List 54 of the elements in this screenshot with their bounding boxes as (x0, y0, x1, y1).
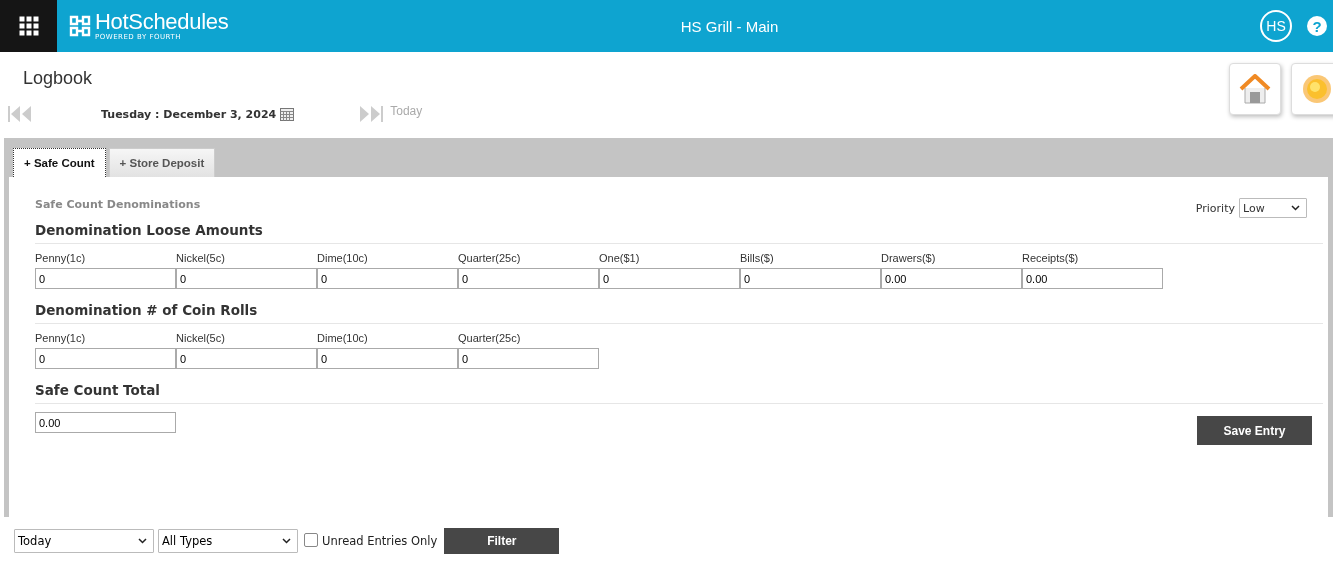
input-field[interactable]: 0 (458, 268, 599, 289)
field-label: Penny(1c) (35, 332, 87, 346)
type-dropdown[interactable]: All Types (158, 529, 298, 553)
input-field[interactable]: 0 (317, 348, 458, 369)
input-field[interactable]: 0.00 (1022, 268, 1163, 289)
filter-button[interactable]: Filter (444, 528, 560, 554)
field-label: Bills($) (740, 252, 775, 266)
priority-label: Priority (1195, 201, 1235, 215)
house-icon (1239, 74, 1271, 104)
logo-icon (69, 15, 91, 37)
checkbox[interactable] (304, 532, 318, 547)
field-label: Receipts($) (1022, 252, 1080, 266)
tab[interactable]: + Store Deposit (108, 148, 216, 177)
checkbox-label: Unread Entries Only (322, 534, 438, 548)
field-label: Nickel(5c) (176, 332, 226, 346)
field-label: Penny(1c) (35, 252, 87, 266)
apps-menu-button[interactable] (0, 0, 57, 52)
input-field[interactable]: 0.00 (881, 268, 1022, 289)
section-heading: Safe Count Total (35, 382, 1323, 404)
input-field[interactable]: 0 (176, 348, 317, 369)
input-field[interactable]: 0.00 (35, 412, 176, 433)
field-label: Quarter(25c) (458, 332, 522, 346)
input-field[interactable]: 0 (317, 268, 458, 289)
date-label: Tuesday : December 3, 2024 (101, 107, 277, 121)
section-heading: Denomination Loose Amounts (35, 222, 1323, 244)
field-label: Dime(10c) (317, 252, 369, 266)
page-title: Logbook (23, 68, 94, 89)
input-field[interactable]: 0 (740, 268, 881, 289)
tab[interactable]: + Safe Count (13, 148, 106, 177)
field-label: Quarter(25c) (458, 252, 522, 266)
field-label: Nickel(5c) (176, 252, 226, 266)
chevron-down-icon (282, 538, 291, 544)
chevron-down-icon (1291, 205, 1300, 211)
home-button[interactable] (1229, 63, 1281, 115)
field-label: Drawers($) (881, 252, 937, 266)
logo-text: HotSchedules (95, 11, 229, 33)
calendar-icon[interactable] (280, 107, 295, 121)
save-entry-button[interactable]: Save Entry (1197, 416, 1312, 445)
grid-icon (18, 16, 39, 36)
input-field[interactable]: 0 (599, 268, 740, 289)
field-label: Dime(10c) (317, 332, 369, 346)
input-field[interactable]: 0 (35, 268, 176, 289)
form-title: Safe Count Denominations (35, 198, 201, 211)
section-heading: Denomination # of Coin Rolls (35, 302, 1323, 324)
field-label: One($1) (599, 252, 641, 266)
sun-icon (1302, 74, 1332, 104)
priority-dropdown[interactable]: Low (1239, 198, 1307, 218)
input-field[interactable]: 0 (35, 348, 176, 369)
date-range-dropdown[interactable]: Today (14, 529, 154, 553)
weather-button[interactable] (1291, 63, 1333, 115)
input-field[interactable]: 0 (176, 268, 317, 289)
location-title: HS Grill - Main (679, 17, 780, 35)
input-field[interactable]: 0 (458, 348, 599, 369)
chevron-down-icon (138, 538, 147, 544)
